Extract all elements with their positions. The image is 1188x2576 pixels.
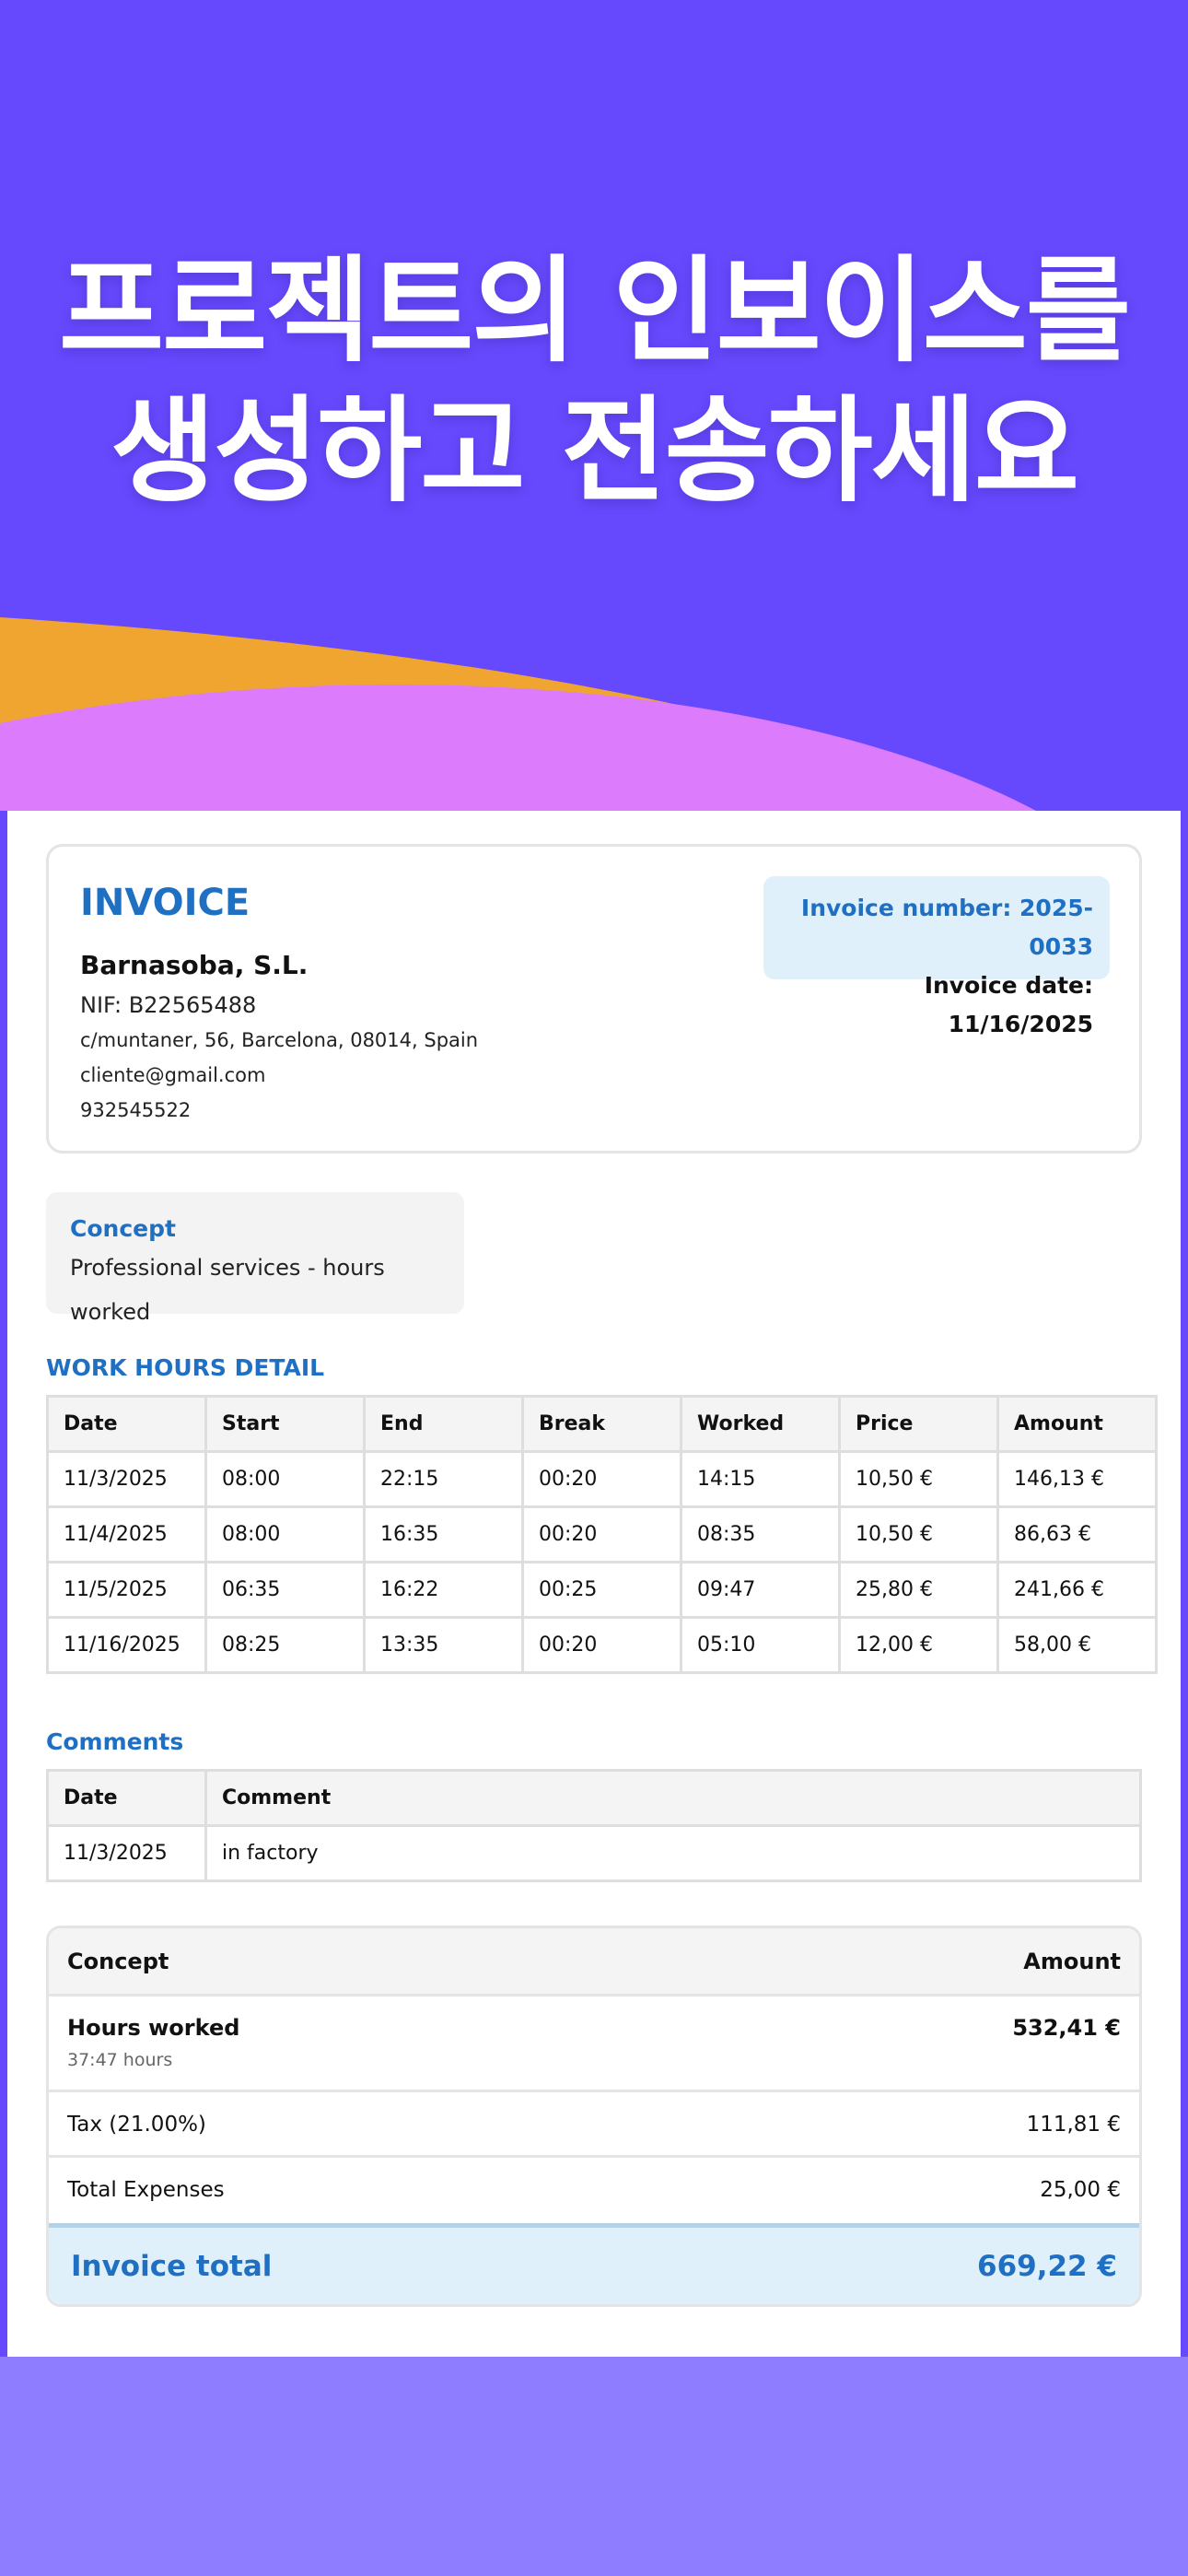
decorative-waves <box>0 617 1036 811</box>
table-cell: 16:22 <box>363 1561 524 1619</box>
summary-header-amount: Amount <box>1023 1949 1121 1974</box>
comments-title: Comments <box>46 1728 184 1755</box>
invoice-number: Invoice number: 2025-0033 <box>800 895 1093 960</box>
table-cell: 58,00 € <box>996 1616 1158 1674</box>
concept-box: Concept Professional services - hours wo… <box>46 1192 464 1325</box>
work-hours-title: WORK HOURS DETAIL <box>46 1354 325 1381</box>
table-cell: 08:25 <box>204 1616 366 1674</box>
company-address: c/muntaner, 56, Barcelona, 08014, Spain <box>80 1029 479 1051</box>
total-amount: 669,22 € <box>977 2250 1117 2283</box>
column-header: Start <box>204 1395 366 1453</box>
table-cell: 11/3/2025 <box>46 1824 207 1882</box>
table-cell: 146,13 € <box>996 1450 1158 1508</box>
table-cell: 13:35 <box>363 1616 524 1674</box>
table-cell: 08:00 <box>204 1450 366 1508</box>
tax-label: Tax (21.00%) <box>67 2113 206 2137</box>
invoice-header-card: INVOICE Barnasoba, S.L. NIF: B22565488 c… <box>46 844 1142 1153</box>
table-cell: 00:20 <box>521 1616 682 1674</box>
table-cell: 10,50 € <box>838 1505 999 1563</box>
invoice-meta-box: Invoice number: 2025-0033 Invoice date: … <box>763 876 1110 1037</box>
hero-banner: 프로젝트의 인보이스를 생성하고 전송하세요 <box>0 0 1188 811</box>
table-row: 11/16/2025 08:25 13:35 00:20 05:10 12,00… <box>46 1616 1158 1674</box>
company-phone: 932545522 <box>80 1099 192 1121</box>
hours-amount: 532,41 € <box>1012 2015 1121 2041</box>
summary-header: Concept Amount <box>49 1928 1139 1996</box>
table-cell: 00:20 <box>521 1450 682 1508</box>
table-cell: 22:15 <box>363 1450 524 1508</box>
work-hours-table: Date Start End Break Worked Price Amount… <box>46 1395 1158 1674</box>
comments-table: Date Comment 11/3/2025 in factory <box>46 1769 1142 1882</box>
table-cell: 08:00 <box>204 1505 366 1563</box>
table-cell: 11/3/2025 <box>46 1450 207 1508</box>
table-cell: 08:35 <box>680 1505 841 1563</box>
summary-header-concept: Concept <box>67 1949 169 1974</box>
table-cell: 11/4/2025 <box>46 1505 207 1563</box>
table-cell: 241,66 € <box>996 1561 1158 1619</box>
table-header-row: Date Start End Break Worked Price Amount <box>46 1395 1158 1453</box>
table-cell: 00:20 <box>521 1505 682 1563</box>
pink-wave <box>0 684 1036 811</box>
summary-row-tax: Tax (21.00%) 111,81 € <box>49 2092 1139 2158</box>
totals-summary: Concept Amount Hours worked 37:47 hours … <box>46 1926 1142 2307</box>
table-cell: 11/16/2025 <box>46 1616 207 1674</box>
hours-subtotal: 37:47 hours <box>67 2050 173 2070</box>
column-header: End <box>363 1395 524 1453</box>
table-header-row: Date Comment <box>46 1769 1142 1827</box>
column-header: Worked <box>680 1395 841 1453</box>
table-cell: 09:47 <box>680 1561 841 1619</box>
table-cell: 00:25 <box>521 1561 682 1619</box>
expenses-amount: 25,00 € <box>1040 2178 1121 2202</box>
column-header: Break <box>521 1395 682 1453</box>
invoice-date: Invoice date: 11/16/2025 <box>924 972 1093 1037</box>
column-header: Date <box>46 1395 207 1453</box>
table-cell: 86,63 € <box>996 1505 1158 1563</box>
company-name: Barnasoba, S.L. <box>80 950 309 980</box>
table-row: 11/5/2025 06:35 16:22 00:25 09:47 25,80 … <box>46 1561 1158 1619</box>
summary-row-expenses: Total Expenses 25,00 € <box>49 2158 1139 2223</box>
total-label: Invoice total <box>71 2250 273 2283</box>
table-cell: 10,50 € <box>838 1450 999 1508</box>
table-cell: 11/5/2025 <box>46 1561 207 1619</box>
column-header: Amount <box>996 1395 1158 1453</box>
column-header: Date <box>46 1769 207 1827</box>
table-row: 11/4/2025 08:00 16:35 00:20 08:35 10,50 … <box>46 1505 1158 1563</box>
expenses-label: Total Expenses <box>67 2178 225 2202</box>
table-cell: 12,00 € <box>838 1616 999 1674</box>
table-row: 11/3/2025 in factory <box>46 1824 1142 1882</box>
company-email: cliente@gmail.com <box>80 1064 266 1086</box>
table-cell: 06:35 <box>204 1561 366 1619</box>
invoice-title: INVOICE <box>80 882 250 924</box>
concept-label: Concept <box>70 1215 176 1242</box>
hero-title: 프로젝트의 인보이스를 생성하고 전송하세요 <box>59 245 1131 518</box>
table-cell: 05:10 <box>680 1616 841 1674</box>
concept-text: Professional services - hours worked <box>70 1255 385 1325</box>
tax-amount: 111,81 € <box>1026 2113 1121 2137</box>
invoice-document: INVOICE Barnasoba, S.L. NIF: B22565488 c… <box>7 811 1181 2357</box>
hours-label: Hours worked <box>67 2015 240 2041</box>
table-row: 11/3/2025 08:00 22:15 00:20 14:15 10,50 … <box>46 1450 1158 1508</box>
column-header: Price <box>838 1395 999 1453</box>
table-cell: 25,80 € <box>838 1561 999 1619</box>
company-nif: NIF: B22565488 <box>80 992 257 1018</box>
summary-row-hours: Hours worked 37:47 hours 532,41 € <box>49 1996 1139 2092</box>
summary-row-total: Invoice total 669,22 € <box>49 2223 1139 2304</box>
bottom-band <box>0 2357 1188 2576</box>
table-cell: 16:35 <box>363 1505 524 1563</box>
table-cell: 14:15 <box>680 1450 841 1508</box>
table-cell: in factory <box>204 1824 1142 1882</box>
column-header: Comment <box>204 1769 1142 1827</box>
